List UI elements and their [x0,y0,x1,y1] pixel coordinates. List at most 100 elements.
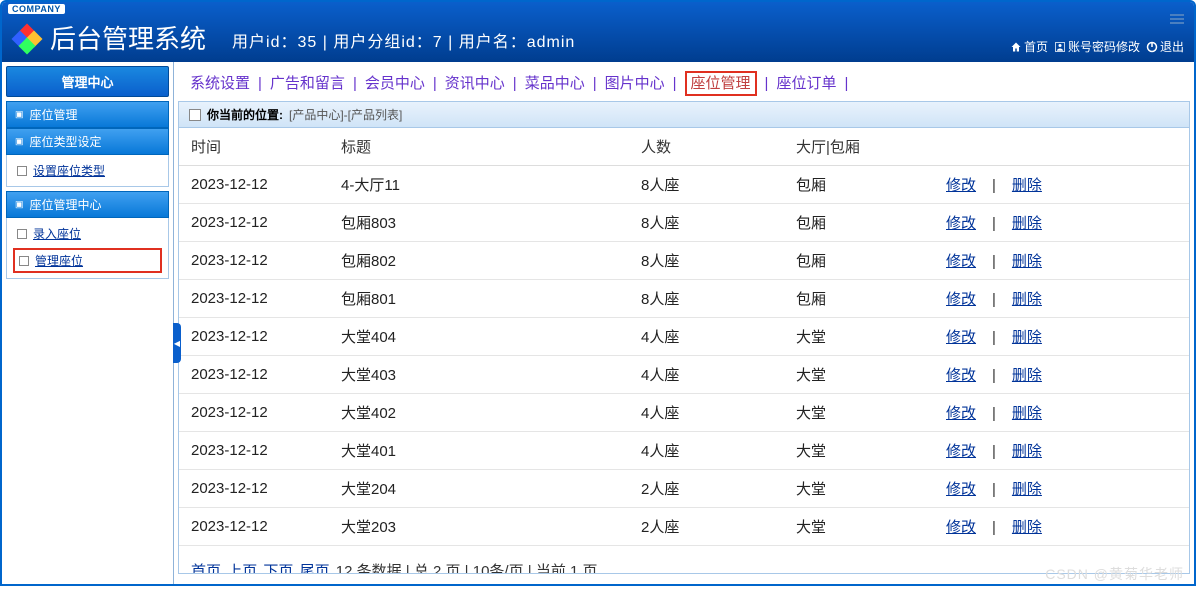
breadcrumb-label: 你当前的位置: [207,106,283,123]
menu-bars-icon [1170,14,1184,26]
delete-link[interactable]: 删除 [1012,177,1042,194]
cell-actions: 修改|删除 [934,508,1189,546]
titlebar: COMPANY 后台管理系统 用户id：35 | 用户分组id：7 | 用户名：… [2,2,1194,62]
cell-actions: 修改|删除 [934,394,1189,432]
pager-prev[interactable]: 上页 [227,563,257,574]
nav-separator: | [593,75,597,92]
edit-link[interactable]: 修改 [946,519,976,536]
sidebar-section-header[interactable]: ▣座位类型设定 [6,128,169,155]
pager-last[interactable]: 尾页 [300,563,330,574]
edit-link[interactable]: 修改 [946,291,976,308]
nav-item[interactable]: 座位订单 [776,75,836,92]
cell-room: 大堂 [784,318,934,356]
pager-next[interactable]: 下页 [263,563,293,574]
delete-link[interactable]: 删除 [1012,405,1042,422]
home-link[interactable]: 首页 [1010,38,1048,55]
chevron-down-icon: ▣ [15,109,24,120]
app-logo-icon [14,26,40,52]
company-badge: COMPANY [8,4,65,14]
nav-item[interactable]: 广告和留言 [270,75,345,92]
nav-separator: | [673,75,677,92]
nav-separator: | [765,75,769,92]
cell-people: 4人座 [629,318,784,356]
table-row: 2023-12-12大堂4034人座大堂修改|删除 [179,356,1189,394]
change-password-link[interactable]: 账号密码修改 [1054,38,1140,55]
cell-actions: 修改|删除 [934,280,1189,318]
cell-title: 大堂203 [329,508,629,546]
bullet-icon [17,166,27,176]
pager-first[interactable]: 首页 [191,563,221,574]
edit-link[interactable]: 修改 [946,405,976,422]
sidebar: 管理中心 ▣座位管理▣座位类型设定设置座位类型 ▣座位管理中心录入座位管理座位 [2,62,174,584]
nav-item[interactable]: 会员中心 [365,75,425,92]
delete-link[interactable]: 删除 [1012,291,1042,308]
nav-item[interactable]: 图片中心 [605,75,665,92]
top-nav: 系统设置|广告和留言|会员中心|资讯中心|菜品中心|图片中心|座位管理|座位订单… [178,66,1190,101]
chevron-down-icon: ▣ [15,136,24,147]
sidebar-item[interactable]: 设置座位类型 [7,158,168,183]
cell-actions: 修改|删除 [934,470,1189,508]
cell-actions: 修改|删除 [934,242,1189,280]
logout-link[interactable]: 退出 [1146,38,1184,55]
bullet-icon [17,229,27,239]
nav-separator: | [433,75,437,92]
cell-actions: 修改|删除 [934,318,1189,356]
table-row: 2023-12-12大堂2042人座大堂修改|删除 [179,470,1189,508]
cell-room: 大堂 [784,394,934,432]
cell-people: 4人座 [629,394,784,432]
delete-link[interactable]: 删除 [1012,367,1042,384]
sidebar-section-header[interactable]: ▣座位管理中心 [6,191,169,218]
delete-link[interactable]: 删除 [1012,253,1042,270]
sidebar-section-header[interactable]: ▣座位管理 [6,101,169,128]
nav-item[interactable]: 系统设置 [190,75,250,92]
sidebar-header: 管理中心 [6,66,169,97]
table-row: 2023-12-12大堂4024人座大堂修改|删除 [179,394,1189,432]
table-row: 2023-12-12包厢8038人座包厢修改|删除 [179,204,1189,242]
cell-actions: 修改|删除 [934,432,1189,470]
cell-time: 2023-12-12 [179,318,329,356]
nav-item[interactable]: 资讯中心 [445,75,505,92]
cell-title: 大堂404 [329,318,629,356]
sidebar-item[interactable]: 录入座位 [7,221,168,246]
edit-link[interactable]: 修改 [946,177,976,194]
cell-title: 大堂403 [329,356,629,394]
power-icon [1146,41,1158,53]
user-meta: 用户id：35 | 用户分组id：7 | 用户名：admin [232,28,575,52]
data-table: 时间标题人数大厅|包厢 2023-12-124-大厅118人座包厢修改|删除20… [179,128,1189,546]
edit-link[interactable]: 修改 [946,215,976,232]
cell-people: 8人座 [629,242,784,280]
edit-link[interactable]: 修改 [946,443,976,460]
edit-link[interactable]: 修改 [946,367,976,384]
table-row: 2023-12-124-大厅118人座包厢修改|删除 [179,166,1189,204]
cell-room: 包厢 [784,242,934,280]
sidebar-item[interactable]: 管理座位 [13,248,162,273]
nav-separator: | [844,75,848,92]
edit-link[interactable]: 修改 [946,481,976,498]
cell-time: 2023-12-12 [179,394,329,432]
nav-item[interactable]: 菜品中心 [525,75,585,92]
delete-link[interactable]: 删除 [1012,443,1042,460]
cell-time: 2023-12-12 [179,470,329,508]
sidebar-collapse-handle[interactable]: ◀ [173,323,181,363]
cell-title: 大堂401 [329,432,629,470]
delete-link[interactable]: 删除 [1012,215,1042,232]
cell-title: 包厢801 [329,280,629,318]
edit-link[interactable]: 修改 [946,253,976,270]
delete-link[interactable]: 删除 [1012,329,1042,346]
user-icon [1054,41,1066,53]
col-header: 大厅|包厢 [784,128,934,166]
col-header: 人数 [629,128,784,166]
cell-title: 包厢803 [329,204,629,242]
delete-link[interactable]: 删除 [1012,481,1042,498]
cell-room: 包厢 [784,166,934,204]
nav-separator: | [353,75,357,92]
delete-link[interactable]: 删除 [1012,519,1042,536]
cell-title: 大堂402 [329,394,629,432]
app-title: 后台管理系统 [50,19,206,56]
table-row: 2023-12-12大堂2032人座大堂修改|删除 [179,508,1189,546]
cell-time: 2023-12-12 [179,242,329,280]
nav-item[interactable]: 座位管理 [685,71,757,96]
edit-link[interactable]: 修改 [946,329,976,346]
cell-people: 8人座 [629,166,784,204]
cell-people: 4人座 [629,432,784,470]
